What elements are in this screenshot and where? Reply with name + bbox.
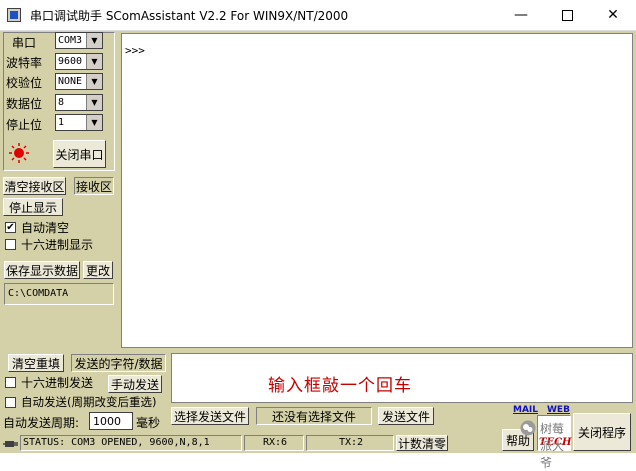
send-textarea[interactable]: 输入框敲一个回车 — [171, 353, 633, 403]
save-path-field: C:\COMDATA — [4, 283, 114, 305]
close-window-button[interactable]: ✕ — [590, 0, 636, 30]
stop-display-button[interactable]: 停止显示 — [3, 198, 63, 216]
stopbits-label: 停止位 — [6, 118, 43, 132]
parity-value: NONE — [58, 76, 83, 87]
chevron-down-icon: ▼ — [86, 95, 102, 110]
stopbits-value: 1 — [58, 117, 65, 128]
parity-label: 校验位 — [6, 76, 43, 90]
minimize-button[interactable]: — — [498, 0, 544, 30]
reset-count-button[interactable]: 计数清零 — [396, 435, 448, 451]
chevron-down-icon: ▼ — [86, 33, 102, 48]
close-program-button[interactable]: 关闭程序 — [573, 413, 631, 451]
chevron-down-icon: ▼ — [86, 115, 102, 130]
maximize-button[interactable] — [544, 0, 590, 30]
save-path-text: C:\COMDATA — [8, 288, 69, 299]
file-status: 还没有选择文件 — [256, 407, 372, 425]
title-bar: 串口调试助手 SComAssistant V2.2 For WIN9X/NT/2… — [0, 0, 636, 31]
manual-send-button[interactable]: 手动发送 — [108, 375, 162, 393]
clear-receive-button[interactable]: 清空接收区 — [3, 177, 66, 195]
baud-select[interactable]: 9600 ▼ — [55, 53, 103, 70]
port-status-led-icon — [9, 143, 29, 163]
status-rx-count: RX:6 — [244, 435, 304, 451]
send-text: 输入框敲一个回车 — [268, 376, 412, 396]
minimize-icon: — — [514, 7, 528, 23]
receive-area-label: 接收区 — [74, 177, 114, 195]
stopbits-select[interactable]: 1 ▼ — [55, 114, 103, 131]
auto-clear-checkbox[interactable]: ✔ — [5, 222, 16, 233]
parity-select[interactable]: NONE ▼ — [55, 73, 103, 90]
databits-label: 数据位 — [6, 97, 43, 111]
receive-text: >>> — [125, 44, 145, 57]
receive-textarea[interactable]: >>> — [121, 33, 633, 348]
chevron-down-icon: ▼ — [86, 74, 102, 89]
tech-logo-text: TECH — [539, 437, 572, 448]
plug-icon — [3, 441, 18, 447]
change-path-button[interactable]: 更改 — [83, 261, 113, 279]
close-port-button[interactable]: 关闭串口 — [53, 140, 106, 168]
baud-value: 9600 — [58, 56, 83, 67]
status-main: STATUS: COM3 OPENED, 9600,N,8,1 — [20, 435, 242, 451]
web-link[interactable]: WEB — [547, 405, 570, 415]
auto-send-checkbox[interactable] — [5, 397, 16, 408]
help-button[interactable]: 帮助 — [502, 429, 534, 451]
chevron-down-icon: ▼ — [86, 54, 102, 69]
hex-display-label: 十六进制显示 — [21, 238, 94, 252]
check-icon: ✔ — [6, 222, 15, 233]
hex-send-label: 十六进制发送 — [21, 376, 94, 390]
databits-value: 8 — [58, 97, 65, 108]
auto-send-label: 自动发送(周期改变后重选) — [21, 395, 157, 409]
app-window: 串口调试助手 SComAssistant V2.2 For WIN9X/NT/2… — [0, 0, 636, 470]
window-title: 串口调试助手 SComAssistant V2.2 For WIN9X/NT/2… — [30, 9, 349, 23]
choose-file-button[interactable]: 选择发送文件 — [171, 407, 249, 425]
clear-resend-button[interactable]: 清空重填 — [8, 354, 64, 372]
maximize-icon — [561, 9, 573, 21]
port-value: COM3 — [58, 35, 83, 46]
send-file-button[interactable]: 发送文件 — [378, 407, 434, 425]
close-icon: ✕ — [607, 7, 619, 23]
baud-label: 波特率 — [6, 56, 43, 70]
port-label: 串口 — [12, 36, 37, 50]
app-icon — [7, 8, 21, 22]
period-value: 1000 — [93, 415, 121, 428]
status-tx-count: TX:2 — [306, 435, 394, 451]
port-select[interactable]: COM3 ▼ — [55, 32, 103, 49]
hex-display-checkbox[interactable] — [5, 239, 16, 250]
send-chars-label: 发送的字符/数据 — [71, 354, 166, 372]
period-unit: 毫秒 — [136, 416, 161, 430]
auto-clear-label: 自动清空 — [21, 221, 70, 235]
databits-select[interactable]: 8 ▼ — [55, 94, 103, 111]
period-label: 自动发送周期: — [3, 416, 80, 430]
tech-logo: TECH — [537, 415, 571, 451]
save-data-button[interactable]: 保存显示数据 — [4, 261, 80, 279]
hex-send-checkbox[interactable] — [5, 377, 16, 388]
mail-link[interactable]: MAIL — [513, 405, 538, 415]
period-input[interactable]: 1000 — [89, 412, 133, 430]
